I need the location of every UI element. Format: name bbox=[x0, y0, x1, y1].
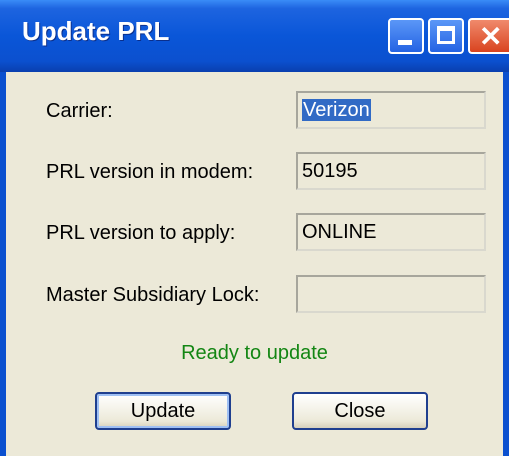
title-bar[interactable]: Update PRL ✕ bbox=[0, 0, 509, 72]
msl-label: Master Subsidiary Lock: bbox=[46, 284, 260, 306]
carrier-label: Carrier: bbox=[46, 100, 113, 122]
close-icon: ✕ bbox=[479, 21, 503, 52]
status-text: Ready to update bbox=[181, 342, 328, 364]
update-prl-dialog: Update PRL ✕ Carrier: Verizon PRL versio… bbox=[0, 0, 509, 456]
close-window-button[interactable]: ✕ bbox=[468, 18, 509, 54]
update-button[interactable]: Update bbox=[95, 392, 231, 430]
prl-in-modem-label: PRL version in modem: bbox=[46, 161, 254, 183]
prl-to-apply-field[interactable]: ONLINE bbox=[296, 213, 486, 251]
carrier-field[interactable]: Verizon bbox=[296, 91, 486, 129]
window-right-border bbox=[503, 72, 509, 456]
minimize-button[interactable] bbox=[388, 18, 424, 54]
maximize-button[interactable] bbox=[428, 18, 464, 54]
prl-to-apply-label: PRL version to apply: bbox=[46, 222, 236, 244]
close-button[interactable]: Close bbox=[292, 392, 428, 430]
minimize-icon bbox=[398, 40, 412, 45]
window-title: Update PRL bbox=[22, 16, 170, 46]
carrier-value: Verizon bbox=[302, 99, 371, 121]
maximize-icon bbox=[437, 26, 455, 44]
prl-in-modem-field[interactable]: 50195 bbox=[296, 152, 486, 190]
msl-field[interactable] bbox=[296, 275, 486, 313]
window-left-border bbox=[0, 72, 6, 456]
